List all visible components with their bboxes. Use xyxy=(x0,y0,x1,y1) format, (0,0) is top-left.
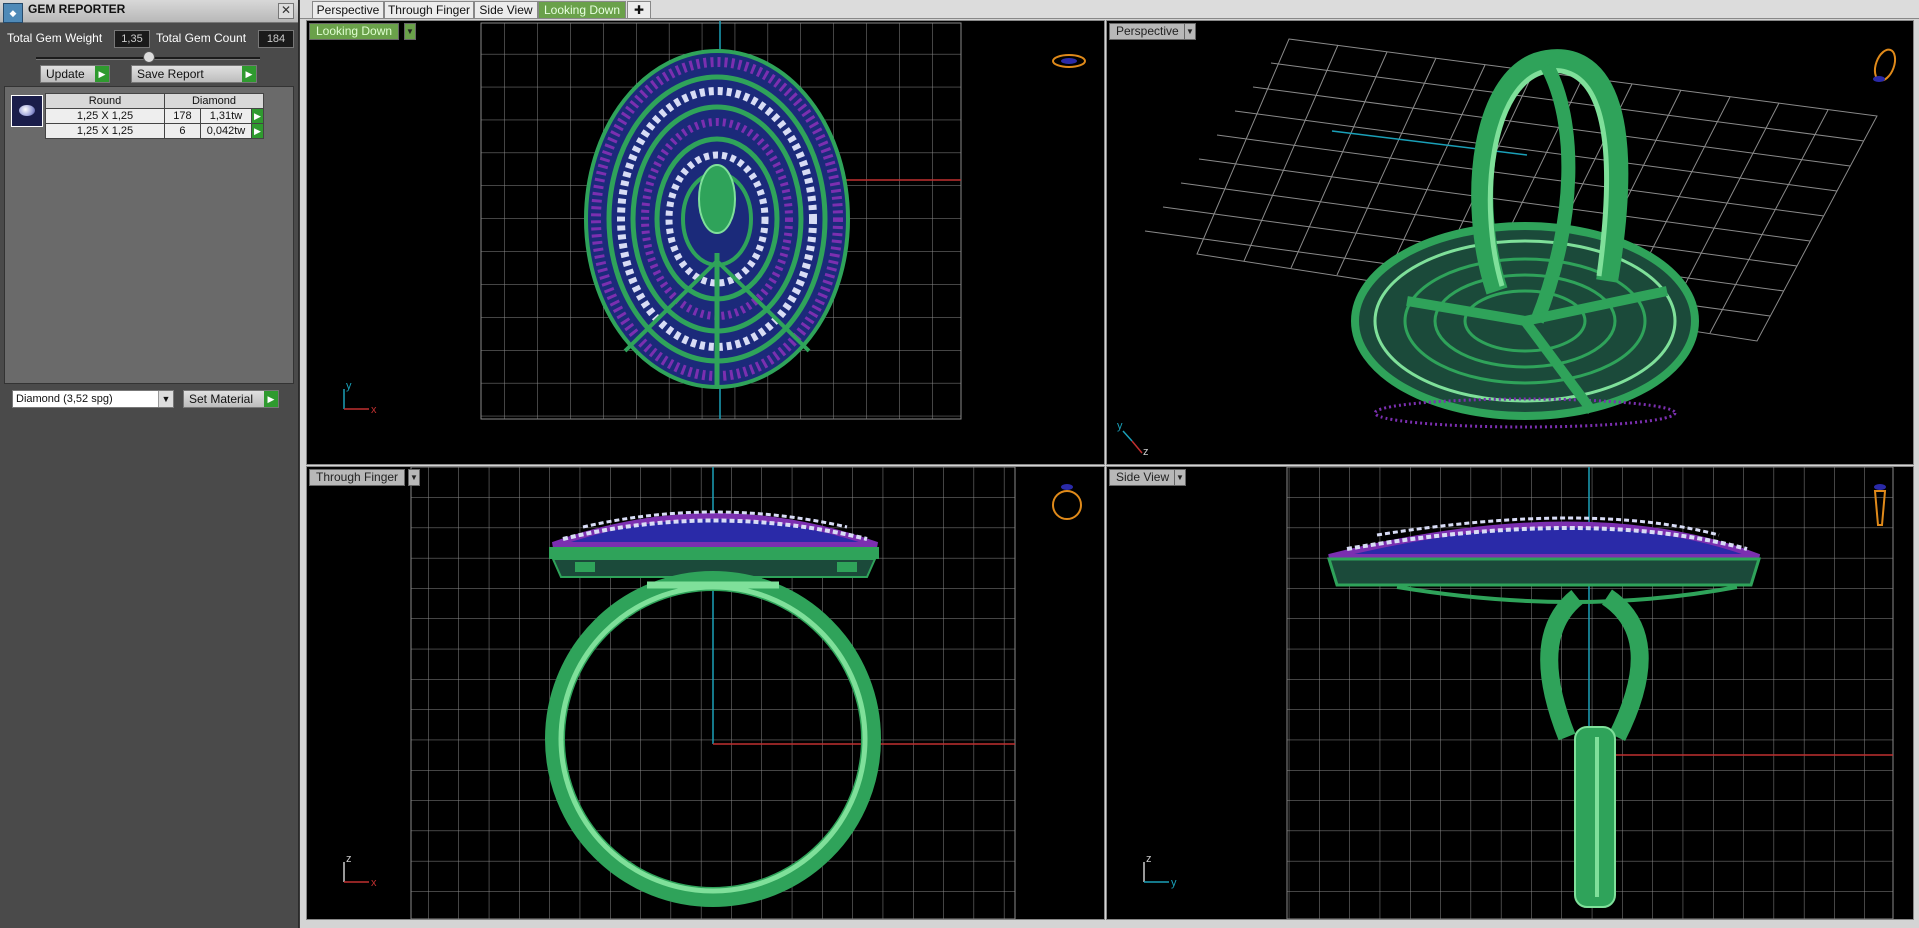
gem-count-cell: 178 xyxy=(164,108,201,124)
gem-table-header: Round Diamond xyxy=(45,93,264,109)
through-finger-canvas: z x xyxy=(343,467,1082,919)
table-header-diamond: Diamond xyxy=(164,93,264,109)
axis-h-label: x xyxy=(371,877,377,889)
play-arrow-icon: ▶ xyxy=(242,66,256,82)
gem-weight-cell: 0,042tw xyxy=(199,123,253,139)
gem-reporter-logo-icon: ◆ xyxy=(3,3,23,23)
axis-gizmo: z x xyxy=(343,853,377,889)
gem-count-cell: 6 xyxy=(164,123,201,139)
panel-title: GEM REPORTER xyxy=(28,2,126,16)
axis-v-label: y xyxy=(1117,420,1123,432)
close-icon[interactable]: ✕ xyxy=(278,3,294,19)
viewport-label-looking-down[interactable]: Looking Down xyxy=(309,23,400,40)
axis-gizmo: y x xyxy=(343,380,377,416)
tab-side-view[interactable]: Side View xyxy=(474,1,538,19)
axis-v-label: y xyxy=(346,380,352,392)
axis-gizmo: y z xyxy=(1117,420,1149,458)
total-gem-count-label: Total Gem Count xyxy=(156,31,247,45)
table-row[interactable]: 1,25 X 1,25 178 1,31tw ▶ xyxy=(45,108,264,124)
looking-down-canvas: y x xyxy=(343,21,1086,420)
gem-weight-cell: 1,31tw xyxy=(199,108,253,124)
side-view-canvas: z y xyxy=(1143,467,1894,919)
material-select[interactable]: Diamond (3,52 spg) ▼ xyxy=(12,390,174,408)
gem-size-cell: 1,25 X 1,25 xyxy=(45,108,165,124)
play-arrow-icon: ▶ xyxy=(264,391,278,407)
row-arrow-icon[interactable]: ▶ xyxy=(251,108,264,124)
save-report-button[interactable]: Save Report ▶ xyxy=(131,65,257,83)
total-gem-weight-value: 1,35 xyxy=(114,30,150,48)
chevron-down-icon: ▼ xyxy=(158,391,173,407)
axis-v-label: z xyxy=(346,853,352,865)
material-select-value: Diamond (3,52 spg) xyxy=(16,393,113,405)
axis-h-label: z xyxy=(1143,446,1149,458)
panel-titlebar: ◆ GEM REPORTER ✕ xyxy=(0,0,298,23)
round-gem-thumbnail[interactable] xyxy=(11,95,43,127)
table-header-round: Round xyxy=(45,93,165,109)
viewport-looking-down[interactable]: y x Looking Down ▼ xyxy=(306,20,1105,465)
gem-reporter-panel: ◆ GEM REPORTER ✕ Total Gem Weight 1,35 T… xyxy=(0,0,299,928)
view-tab-bar: Perspective Through Finger Side View Loo… xyxy=(300,0,1919,19)
update-button[interactable]: Update ▶ xyxy=(40,65,110,83)
total-gem-weight-label: Total Gem Weight xyxy=(7,31,103,45)
axis-v-label: z xyxy=(1146,853,1152,865)
tab-looking-down[interactable]: Looking Down xyxy=(538,1,626,19)
tab-perspective[interactable]: Perspective xyxy=(312,1,384,19)
gem-list-area: Round Diamond 1,25 X 1,25 178 1,31tw ▶ 1… xyxy=(4,86,294,384)
viewport-area: y x Looking Down ▼ y z Perspective ▼ z x… xyxy=(300,19,1919,928)
set-material-button-label: Set Material xyxy=(189,392,254,406)
table-row[interactable]: 1,25 X 1,25 6 0,042tw ▶ xyxy=(45,123,264,139)
tab-through-finger[interactable]: Through Finger xyxy=(384,1,474,19)
axis-h-label: x xyxy=(371,404,377,416)
ring-orientation-icon xyxy=(1052,484,1082,520)
gem-size-cell: 1,25 X 1,25 xyxy=(45,123,165,139)
ring-top-view xyxy=(584,49,850,389)
play-arrow-icon: ▶ xyxy=(95,66,109,82)
gem-table: Round Diamond 1,25 X 1,25 178 1,31tw ▶ 1… xyxy=(45,93,264,139)
chevron-down-icon[interactable]: ▼ xyxy=(408,469,420,486)
total-gem-count-value: 184 xyxy=(258,30,294,48)
chevron-down-icon[interactable]: ▼ xyxy=(1174,469,1186,486)
axis-h-label: y xyxy=(1171,877,1177,889)
viewport-side-view[interactable]: z y Side View ▼ xyxy=(1106,466,1914,920)
update-button-label: Update xyxy=(46,67,85,81)
set-material-button[interactable]: Set Material ▶ xyxy=(183,390,279,408)
slider-handle[interactable] xyxy=(143,51,155,63)
add-tab-plus-icon[interactable]: ✚ xyxy=(627,1,651,19)
save-report-button-label: Save Report xyxy=(137,67,204,81)
row-arrow-icon[interactable]: ▶ xyxy=(251,123,264,139)
chevron-down-icon[interactable]: ▼ xyxy=(1184,23,1196,40)
viewport-label-side-view[interactable]: Side View xyxy=(1109,469,1177,486)
ring-perspective-view xyxy=(1351,49,1699,429)
ring-orientation-icon xyxy=(1873,48,1897,82)
chevron-down-icon[interactable]: ▼ xyxy=(404,23,416,40)
viewport-label-perspective[interactable]: Perspective xyxy=(1109,23,1186,40)
viewport-perspective[interactable]: y z Perspective ▼ xyxy=(1106,20,1914,465)
viewport-label-through-finger[interactable]: Through Finger xyxy=(309,469,406,486)
viewport-through-finger[interactable]: z x Through Finger ▼ xyxy=(306,466,1105,920)
axis-gizmo: z y xyxy=(1143,853,1177,889)
ring-orientation-icon xyxy=(1052,54,1086,68)
perspective-canvas: y z xyxy=(1117,38,1897,458)
